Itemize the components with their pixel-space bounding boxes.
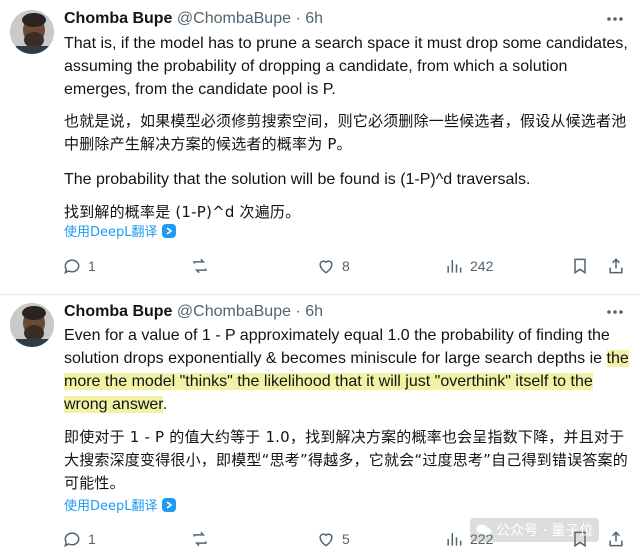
reply-icon (64, 259, 80, 275)
deepl-icon (161, 223, 176, 238)
view-count: 242 (470, 258, 494, 274)
translate-link[interactable]: 使用DeepL翻译 (64, 495, 176, 514)
tweet-text: That is, if the model has to prune a sea… (64, 32, 630, 224)
reply-button[interactable]: 1 (62, 254, 96, 278)
repost-button[interactable] (190, 527, 216, 551)
repost-icon (193, 531, 207, 547)
author-name[interactable]: Chomba Bupe (64, 10, 172, 27)
timestamp[interactable]: 6h (305, 303, 323, 320)
share-button[interactable] (606, 527, 626, 551)
translate-label[interactable]: 使用DeepL翻译 (64, 495, 158, 514)
bookmark-button[interactable] (570, 254, 590, 278)
repost-button[interactable] (190, 254, 216, 278)
wechat-icon (476, 524, 492, 536)
action-bar: 1 8 242 (0, 254, 640, 278)
separator: · (295, 303, 301, 320)
avatar-image (10, 303, 54, 347)
tweet-header: Chomba Bupe @ChombaBupe · 6h (64, 8, 323, 30)
paragraph-zh-1: 也就是说，如果模型必须修剪搜索空间，则它必须删除一些候选者，假设从候选者池中删除… (64, 112, 627, 153)
share-icon (609, 258, 623, 274)
author-name[interactable]: Chomba Bupe (64, 303, 172, 320)
reply-count: 1 (88, 258, 96, 274)
bookmark-icon (574, 258, 586, 275)
text-plain: Even for a value of 1 - P approximately … (64, 327, 610, 367)
paragraph-en-1: That is, if the model has to prune a sea… (64, 35, 628, 98)
repost-icon (193, 258, 207, 274)
views-icon (447, 260, 462, 273)
tweet-2[interactable]: Chomba Bupe @ChombaBupe · 6h Even for a … (0, 295, 640, 555)
text-end: . (162, 396, 168, 413)
reply-button[interactable]: 1 (62, 527, 96, 551)
author-handle[interactable]: @ChombaBupe (177, 10, 291, 27)
avatar[interactable] (10, 303, 54, 347)
views-icon (447, 533, 462, 546)
paragraph-en-2: The probability that the solution will b… (64, 171, 531, 188)
like-count: 8 (342, 258, 350, 274)
heart-icon (319, 533, 333, 547)
tweet-text: Even for a value of 1 - P approximately … (64, 324, 630, 495)
avatar-image (10, 10, 54, 54)
watermark: 公众号 · 量子位 (470, 518, 600, 542)
watermark-text: 公众号 · 量子位 (496, 523, 594, 539)
more-options-icon[interactable] (604, 301, 626, 323)
author-handle[interactable]: @ChombaBupe (177, 303, 291, 320)
timestamp[interactable]: 6h (305, 10, 323, 27)
like-button[interactable]: 5 (316, 527, 350, 551)
more-options-icon[interactable] (604, 8, 626, 30)
share-button[interactable] (606, 254, 626, 278)
views-button[interactable]: 242 (444, 254, 493, 278)
paragraph-en-1: Even for a value of 1 - P approximately … (64, 324, 630, 416)
deepl-icon (161, 497, 176, 512)
like-button[interactable]: 8 (316, 254, 350, 278)
share-icon (609, 531, 623, 547)
avatar[interactable] (10, 10, 54, 54)
reply-icon (64, 532, 80, 548)
separator: · (295, 10, 301, 27)
tweet-header: Chomba Bupe @ChombaBupe · 6h (64, 301, 323, 323)
paragraph-zh-1: 即使对于 1 - P 的值大约等于 1.0，找到解决方案的概率也会呈指数下降，并… (64, 428, 628, 492)
translate-link[interactable]: 使用DeepL翻译 (64, 221, 176, 240)
reply-count: 1 (88, 531, 96, 547)
heart-icon (319, 260, 333, 274)
like-count: 5 (342, 531, 350, 547)
translate-label[interactable]: 使用DeepL翻译 (64, 221, 158, 240)
tweet-1[interactable]: Chomba Bupe @ChombaBupe · 6h That is, if… (0, 0, 640, 295)
